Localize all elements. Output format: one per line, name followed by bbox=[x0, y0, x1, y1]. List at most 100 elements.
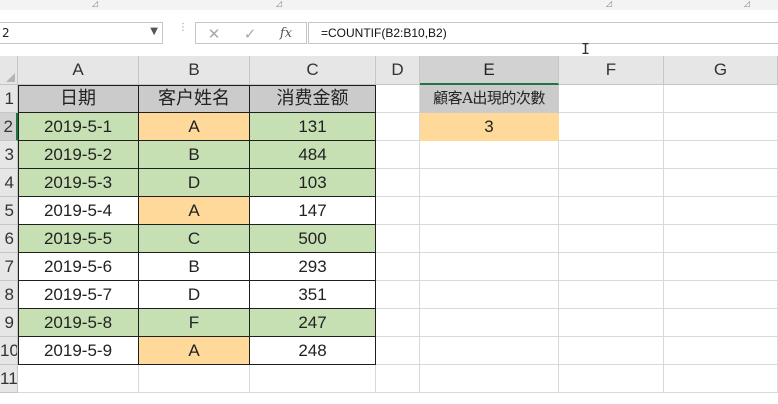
cancel-icon[interactable]: ✕ bbox=[200, 24, 228, 44]
grid-cell[interactable] bbox=[664, 365, 778, 393]
grid-cell[interactable] bbox=[664, 309, 778, 337]
grid-cell[interactable] bbox=[420, 253, 559, 281]
column-header-f[interactable]: F bbox=[559, 56, 664, 85]
date-cell[interactable]: 2019-5-2 bbox=[18, 141, 139, 169]
row-header-10[interactable]: 10 bbox=[0, 337, 18, 365]
dialog-launcher-icon[interactable]: ◿ bbox=[92, 0, 99, 8]
column-header-a[interactable]: A bbox=[18, 56, 139, 85]
row-header-1[interactable]: 1 bbox=[0, 85, 18, 113]
grid-cell[interactable] bbox=[376, 365, 420, 393]
grid-cell[interactable] bbox=[559, 309, 664, 337]
grid-cell[interactable] bbox=[559, 85, 664, 113]
grid-cell[interactable] bbox=[420, 197, 559, 225]
grid-cell[interactable] bbox=[664, 337, 778, 365]
select-all-corner[interactable] bbox=[0, 56, 18, 85]
grid-cell[interactable] bbox=[559, 253, 664, 281]
grid-cell[interactable] bbox=[664, 197, 778, 225]
grid-cell[interactable] bbox=[420, 365, 559, 393]
customer-name-cell[interactable]: D bbox=[139, 281, 250, 309]
grid-cell[interactable] bbox=[376, 253, 420, 281]
count-label-cell[interactable]: 顧客A出現的次數 bbox=[420, 85, 559, 113]
grid-cell[interactable] bbox=[139, 365, 250, 393]
row-header-11[interactable]: 11 bbox=[0, 365, 18, 393]
grid-cell[interactable] bbox=[664, 253, 778, 281]
customer-name-cell[interactable]: A bbox=[139, 337, 250, 365]
date-cell[interactable]: 2019-5-9 bbox=[18, 337, 139, 365]
customer-name-cell[interactable]: D bbox=[139, 169, 250, 197]
grid-cell[interactable] bbox=[559, 337, 664, 365]
chevron-down-icon[interactable]: ▼ bbox=[150, 26, 158, 37]
table-header-cell[interactable]: 日期 bbox=[18, 85, 139, 113]
customer-name-cell[interactable]: C bbox=[139, 225, 250, 253]
dialog-launcher-icon[interactable]: ◿ bbox=[744, 0, 751, 8]
customer-name-cell[interactable]: F bbox=[139, 309, 250, 337]
grid-cell[interactable] bbox=[664, 85, 778, 113]
grid-cell[interactable] bbox=[376, 141, 420, 169]
date-cell[interactable]: 2019-5-7 bbox=[18, 281, 139, 309]
grid-cell[interactable] bbox=[664, 113, 778, 141]
amount-cell[interactable]: 351 bbox=[250, 281, 376, 309]
amount-cell[interactable]: 103 bbox=[250, 169, 376, 197]
date-cell[interactable]: 2019-5-3 bbox=[18, 169, 139, 197]
grid-cell[interactable] bbox=[559, 113, 664, 141]
grid-cell[interactable] bbox=[559, 225, 664, 253]
grid-cell[interactable] bbox=[664, 169, 778, 197]
row-header-7[interactable]: 7 bbox=[0, 253, 18, 281]
date-cell[interactable]: 2019-5-6 bbox=[18, 253, 139, 281]
grid-cell[interactable] bbox=[420, 309, 559, 337]
drag-handle-icon[interactable]: ⋮ bbox=[178, 23, 188, 40]
column-header-b[interactable]: B bbox=[139, 56, 250, 85]
count-result-cell[interactable]: 3 bbox=[420, 113, 559, 141]
grid-cell[interactable] bbox=[420, 281, 559, 309]
insert-function-icon[interactable]: fx bbox=[272, 24, 300, 44]
row-header-2[interactable]: 2 bbox=[0, 113, 18, 141]
grid-cell[interactable] bbox=[559, 141, 664, 169]
amount-cell[interactable]: 147 bbox=[250, 197, 376, 225]
column-header-e[interactable]: E bbox=[420, 56, 559, 85]
grid-cell[interactable] bbox=[376, 337, 420, 365]
customer-name-cell[interactable]: A bbox=[139, 197, 250, 225]
amount-cell[interactable]: 247 bbox=[250, 309, 376, 337]
grid-cell[interactable] bbox=[559, 169, 664, 197]
dialog-launcher-icon[interactable]: ◿ bbox=[276, 0, 283, 8]
grid-cell[interactable] bbox=[559, 197, 664, 225]
table-header-cell[interactable]: 客户姓名 bbox=[139, 85, 250, 113]
enter-icon[interactable]: ✓ bbox=[236, 24, 264, 44]
column-header-d[interactable]: D bbox=[376, 56, 420, 85]
grid-cell[interactable] bbox=[250, 365, 376, 393]
grid-cell[interactable] bbox=[376, 197, 420, 225]
date-cell[interactable]: 2019-5-1 bbox=[18, 113, 139, 141]
formula-input[interactable]: =COUNTIF(B2:B10,B2) bbox=[308, 22, 778, 44]
row-header-9[interactable]: 9 bbox=[0, 309, 18, 337]
grid-cell[interactable] bbox=[376, 85, 420, 113]
grid-cell[interactable] bbox=[420, 169, 559, 197]
grid-cell[interactable] bbox=[376, 309, 420, 337]
grid-cell[interactable] bbox=[18, 365, 139, 393]
row-header-3[interactable]: 3 bbox=[0, 141, 18, 169]
grid-cell[interactable] bbox=[559, 365, 664, 393]
grid-cell[interactable] bbox=[664, 281, 778, 309]
row-header-6[interactable]: 6 bbox=[0, 225, 18, 253]
amount-cell[interactable]: 248 bbox=[250, 337, 376, 365]
date-cell[interactable]: 2019-5-4 bbox=[18, 197, 139, 225]
grid-cell[interactable] bbox=[420, 141, 559, 169]
grid-cell[interactable] bbox=[559, 281, 664, 309]
table-header-cell[interactable]: 消费金额 bbox=[250, 85, 376, 113]
customer-name-cell[interactable]: B bbox=[139, 253, 250, 281]
date-cell[interactable]: 2019-5-5 bbox=[18, 225, 139, 253]
customer-name-cell[interactable]: B bbox=[139, 141, 250, 169]
amount-cell[interactable]: 293 bbox=[250, 253, 376, 281]
grid-cell[interactable] bbox=[420, 225, 559, 253]
grid-cell[interactable] bbox=[376, 113, 420, 141]
name-box[interactable]: 2 ▼ bbox=[0, 22, 163, 44]
grid-cell[interactable] bbox=[664, 141, 778, 169]
amount-cell[interactable]: 484 bbox=[250, 141, 376, 169]
row-header-8[interactable]: 8 bbox=[0, 281, 18, 309]
grid-cell[interactable] bbox=[376, 281, 420, 309]
grid-cell[interactable] bbox=[376, 169, 420, 197]
date-cell[interactable]: 2019-5-8 bbox=[18, 309, 139, 337]
column-header-g[interactable]: G bbox=[664, 56, 778, 85]
customer-name-cell[interactable]: A bbox=[139, 113, 250, 141]
grid-cell[interactable] bbox=[376, 225, 420, 253]
amount-cell[interactable]: 500 bbox=[250, 225, 376, 253]
